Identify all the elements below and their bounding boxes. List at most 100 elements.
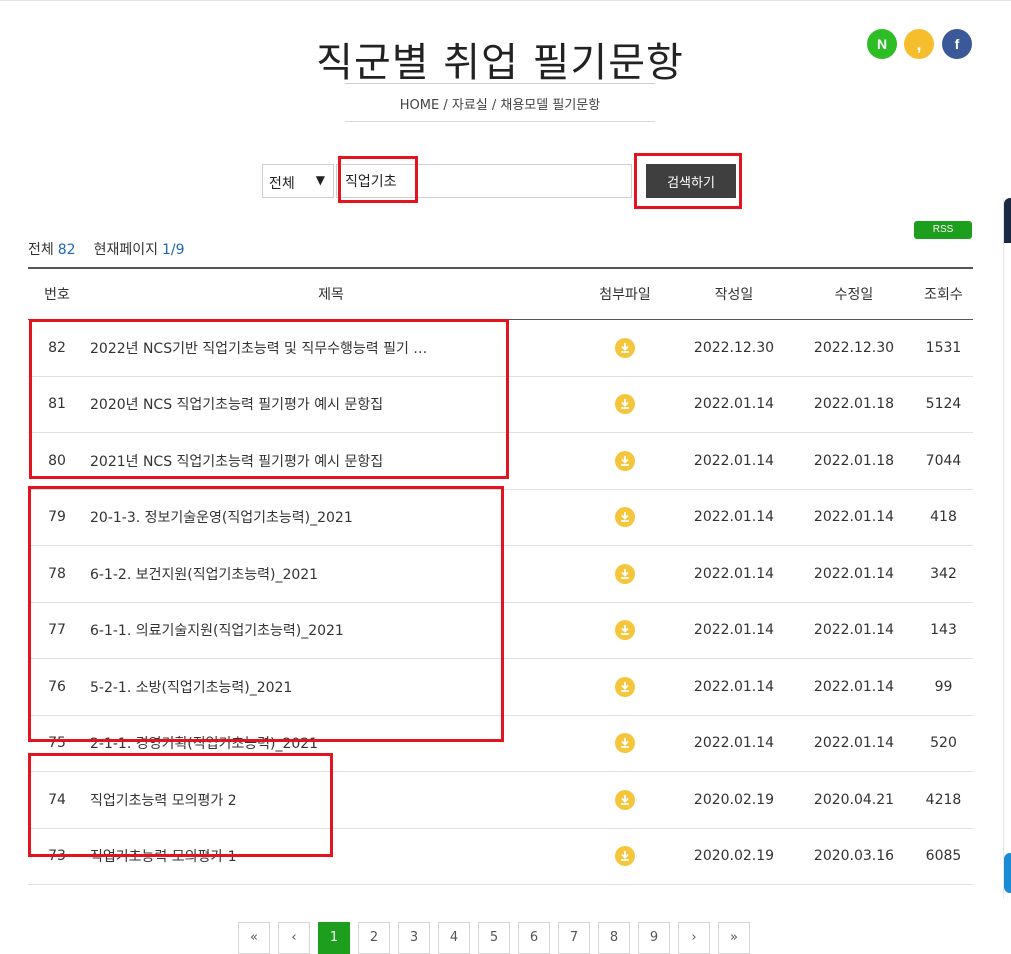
row-number: 81 <box>28 376 86 433</box>
row-views: 5124 <box>914 376 973 433</box>
row-updated: 2020.03.16 <box>794 828 914 885</box>
download-icon[interactable] <box>615 394 635 415</box>
download-icon[interactable] <box>615 846 635 867</box>
col-header-created: 작성일 <box>674 267 794 320</box>
page-link[interactable]: 5 <box>478 922 510 954</box>
page-link[interactable]: 2 <box>358 922 390 954</box>
page-value: 1/9 <box>162 242 185 258</box>
row-views: 6085 <box>914 828 973 885</box>
search-button[interactable]: 검색하기 <box>646 164 736 198</box>
col-header-attachment: 첨부파일 <box>576 267 674 320</box>
row-created: 2022.01.14 <box>674 658 794 716</box>
row-attachment <box>576 489 674 546</box>
kakao-share-icon[interactable]: , <box>904 29 934 59</box>
download-icon[interactable] <box>615 733 635 754</box>
facebook-share-icon[interactable]: f <box>942 29 972 59</box>
row-views: 99 <box>914 658 973 716</box>
row-title[interactable]: 직업기초능력 모의평가 2 <box>86 771 576 829</box>
download-icon[interactable] <box>615 507 635 528</box>
top-divider <box>0 0 1011 1</box>
table-row[interactable]: 81 2020년 NCS 직업기초능력 필기평가 예시 문항집 2022.01.14… <box>28 376 973 433</box>
row-updated: 2022.01.14 <box>794 545 914 603</box>
row-title[interactable]: 5-2-1. 소방(직업기초능력)_2021 <box>86 658 576 716</box>
download-icon[interactable] <box>615 620 635 641</box>
row-views: 7044 <box>914 432 973 490</box>
row-attachment <box>576 319 674 377</box>
row-number: 75 <box>28 715 86 772</box>
side-panel-button[interactable] <box>1004 853 1011 893</box>
row-views: 1531 <box>914 319 973 377</box>
rss-button[interactable]: RSS <box>914 221 972 239</box>
table-row[interactable]: 74 직업기초능력 모의평가 2 2020.02.19 2020.04.21 4218 <box>28 771 973 829</box>
download-icon[interactable] <box>615 337 635 358</box>
row-created: 2022.01.14 <box>674 715 794 772</box>
naver-share-icon[interactable]: N <box>867 29 897 59</box>
row-views: 520 <box>914 715 973 772</box>
page-link[interactable]: « <box>238 922 270 954</box>
page-link[interactable]: ‹ <box>278 922 310 954</box>
row-title[interactable]: 2022년 NCS기반 직업기초능력 및 직무수행능력 필기 … <box>86 319 576 377</box>
total-label: 전체 <box>28 242 54 258</box>
page-link[interactable]: 7 <box>558 922 590 954</box>
row-title[interactable]: 6-1-1. 의료기술지원(직업기초능력)_2021 <box>86 602 576 659</box>
row-updated: 2022.01.14 <box>794 715 914 772</box>
row-title[interactable]: 20-1-3. 정보기술운영(직업기초능력)_2021 <box>86 489 576 546</box>
download-icon[interactable] <box>615 676 635 697</box>
row-number: 80 <box>28 432 86 490</box>
row-attachment <box>576 376 674 433</box>
page-link[interactable]: 8 <box>598 922 630 954</box>
table-row[interactable]: 73 직업기초능력 모의평가 1 2020.02.19 2020.03.16 6085 <box>28 828 973 885</box>
table-row[interactable]: 78 6-1-2. 보건지원(직업기초능력)_2021 2022.01.14 2022… <box>28 545 973 603</box>
page-link[interactable]: 1 <box>318 922 350 954</box>
breadcrumb-divider <box>345 121 655 122</box>
row-views: 342 <box>914 545 973 603</box>
download-icon[interactable] <box>615 450 635 471</box>
row-attachment <box>576 828 674 885</box>
row-created: 2022.01.14 <box>674 489 794 546</box>
page-link[interactable]: › <box>678 922 710 954</box>
row-number: 76 <box>28 658 86 716</box>
row-title[interactable]: 2020년 NCS 직업기초능력 필기평가 예시 문항집 <box>86 376 576 433</box>
page-link[interactable]: 6 <box>518 922 550 954</box>
table-row[interactable]: 75 2-1-1. 경영기획(직업기초능력)_2021 2022.01.14 2022… <box>28 715 973 772</box>
row-attachment <box>576 545 674 603</box>
page-link[interactable]: » <box>718 922 750 954</box>
row-created: 2022.01.14 <box>674 602 794 659</box>
row-created: 2022.01.14 <box>674 432 794 490</box>
col-header-number: 번호 <box>28 267 86 320</box>
row-title[interactable]: 직업기초능력 모의평가 1 <box>86 828 576 885</box>
row-updated: 2020.04.21 <box>794 771 914 829</box>
row-title[interactable]: 6-1-2. 보건지원(직업기초능력)_2021 <box>86 545 576 603</box>
row-attachment <box>576 602 674 659</box>
download-icon[interactable] <box>615 789 635 810</box>
row-updated: 2022.01.14 <box>794 602 914 659</box>
search-scope-value: 전체 <box>269 176 295 192</box>
row-title[interactable]: 2-1-1. 경영기획(직업기초능력)_2021 <box>86 715 576 772</box>
row-attachment <box>576 715 674 772</box>
board-table: 번호 제목 첨부파일 작성일 수정일 조회수 82 2022년 NCS기반 직업기… <box>28 267 973 885</box>
table-header-row: 번호 제목 첨부파일 작성일 수정일 조회수 <box>28 267 973 320</box>
result-summary: 전체 82 현재페이지 1/9 <box>28 239 185 259</box>
search-scope-select[interactable]: 전체 ▼ <box>262 164 334 198</box>
row-attachment <box>576 432 674 490</box>
page-link[interactable]: 4 <box>438 922 470 954</box>
col-header-views: 조회수 <box>914 267 973 320</box>
row-attachment <box>576 658 674 716</box>
download-icon[interactable] <box>615 563 635 584</box>
row-created: 2020.02.19 <box>674 828 794 885</box>
side-panel-tab[interactable] <box>1004 198 1011 243</box>
search-input[interactable] <box>336 164 632 198</box>
row-updated: 2022.01.14 <box>794 489 914 546</box>
breadcrumb[interactable]: HOME / 자료실 / 채용모델 필기문항 <box>0 94 1000 113</box>
table-row[interactable]: 77 6-1-1. 의료기술지원(직업기초능력)_2021 2022.01.14 20… <box>28 602 973 659</box>
table-row[interactable]: 82 2022년 NCS기반 직업기초능력 및 직무수행능력 필기 … 2022.1… <box>28 319 973 377</box>
table-row[interactable]: 76 5-2-1. 소방(직업기초능력)_2021 2022.01.14 2022.0… <box>28 658 973 716</box>
page-link[interactable]: 9 <box>638 922 670 954</box>
row-title[interactable]: 2021년 NCS 직업기초능력 필기평가 예시 문항집 <box>86 432 576 490</box>
page-title: 직군별 취업 필기문항 <box>316 40 684 86</box>
page-link[interactable]: 3 <box>398 922 430 954</box>
table-row[interactable]: 79 20-1-3. 정보기술운영(직업기초능력)_2021 2022.01.14 2… <box>28 489 973 546</box>
table-row[interactable]: 80 2021년 NCS 직업기초능력 필기평가 예시 문항집 2022.01.14… <box>28 432 973 490</box>
row-views: 4218 <box>914 771 973 829</box>
row-number: 82 <box>28 319 86 377</box>
